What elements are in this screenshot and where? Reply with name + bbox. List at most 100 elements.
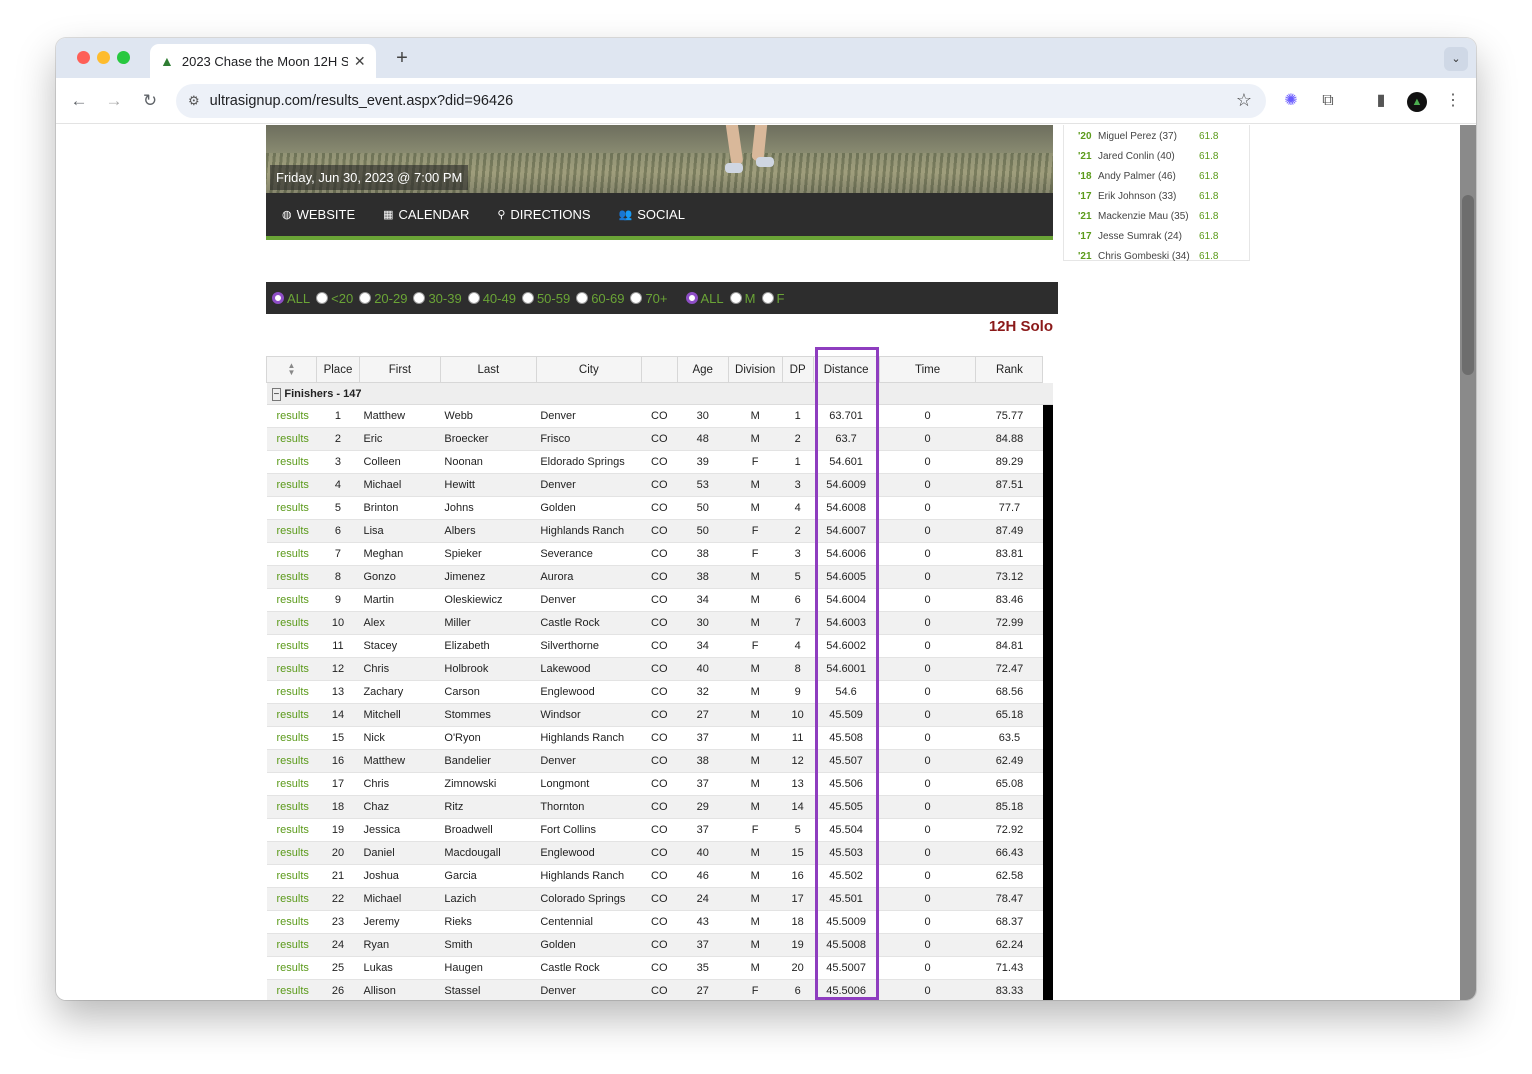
results-link[interactable]: results [266, 818, 317, 842]
performer-name[interactable]: Erik Johnson (33) [1098, 191, 1199, 202]
radio-button[interactable] [576, 292, 589, 304]
radio-button[interactable] [521, 292, 534, 304]
top-performer-item[interactable]: '20 Miguel Perez (37) 61.8 [1078, 126, 1248, 146]
age-filter-option[interactable]: 50-59 [521, 291, 570, 306]
performer-name[interactable]: Mackenzie Mau (35) [1098, 211, 1199, 222]
age-filter-option[interactable]: 20-29 [359, 291, 407, 306]
results-link[interactable]: results [266, 588, 317, 612]
menu-dots-icon[interactable]: ⋮ [1442, 90, 1464, 112]
results-link[interactable]: results [266, 519, 317, 543]
top-performer-item[interactable]: '17 Jesse Sumrak (24) 61.8 [1078, 226, 1248, 246]
forward-arrow-icon[interactable]: → [103, 90, 125, 112]
age-filter-option[interactable]: 60-69 [576, 291, 624, 306]
scrollbar-thumb[interactable] [1462, 195, 1474, 375]
results-link[interactable]: results [266, 841, 317, 865]
tab-close-icon[interactable]: ✕ [354, 53, 366, 70]
results-link[interactable]: results [266, 956, 317, 980]
top-performer-item[interactable]: '21 Mackenzie Mau (35) 61.8 [1078, 206, 1248, 226]
results-link[interactable]: results [266, 611, 317, 635]
results-link[interactable]: results [266, 933, 317, 957]
results-link[interactable]: results [266, 634, 317, 658]
site-settings-icon[interactable]: ⚙ [188, 93, 200, 109]
collapse-icon[interactable]: − [271, 387, 282, 401]
address-bar[interactable]: ⚙ ultrasignup.com/results_event.aspx?did… [176, 84, 1266, 118]
url-text[interactable]: ultrasignup.com/results_event.aspx?did=9… [210, 93, 514, 109]
new-tab-button[interactable]: + [390, 47, 414, 71]
extension-icon[interactable]: ✺ [1280, 90, 1302, 112]
radio-button[interactable] [272, 292, 284, 304]
performer-name[interactable]: Miguel Perez (37) [1098, 131, 1199, 142]
results-link[interactable]: results [266, 473, 317, 497]
radio-button[interactable] [630, 292, 643, 304]
gender-filter-option[interactable]: F [761, 291, 784, 306]
age-filter-option[interactable]: 70+ [630, 291, 668, 306]
radio-button[interactable] [685, 292, 698, 304]
results-link[interactable]: results [266, 726, 317, 750]
results-link[interactable]: results [266, 979, 317, 1000]
radio-button[interactable] [467, 292, 480, 304]
reload-icon[interactable]: ↻ [139, 90, 161, 112]
top-performer-item[interactable]: '21 Chris Gombeski (34) 61.8 [1078, 246, 1248, 266]
gender-filter-option[interactable]: M [729, 291, 756, 306]
results-link[interactable]: results [266, 772, 317, 796]
results-link[interactable]: results [266, 680, 317, 704]
nav-directions[interactable]: ⚲ DIRECTIONS [497, 207, 590, 222]
results-link[interactable]: results [266, 542, 317, 566]
performer-name[interactable]: Chris Gombeski (34) [1098, 251, 1199, 262]
top-performer-item[interactable]: '17 Erik Johnson (33) 61.8 [1078, 186, 1248, 206]
results-link[interactable]: results [266, 910, 317, 934]
top-performer-item[interactable]: '21 Jared Conlin (40) 61.8 [1078, 146, 1248, 166]
extensions-puzzle-icon[interactable]: ⧉ [1317, 90, 1339, 112]
bookmark-star-icon[interactable]: ☆ [1236, 90, 1252, 111]
top-performer-item[interactable]: '18 Andy Palmer (46) 61.8 [1078, 166, 1248, 186]
header-last[interactable]: Last [439, 356, 537, 383]
results-link[interactable]: results [266, 749, 317, 773]
nav-social[interactable]: 👥 SOCIAL [619, 207, 685, 222]
header-first[interactable]: First [358, 356, 441, 383]
header-state[interactable] [640, 356, 678, 383]
age-filter-option[interactable]: 40-49 [467, 291, 516, 306]
profile-avatar[interactable]: ▲ [1406, 90, 1428, 112]
gender-filter-option[interactable]: ALL [685, 291, 724, 306]
header-time[interactable]: Time [878, 356, 977, 383]
close-window-button[interactable] [77, 51, 90, 64]
header-age[interactable]: Age [676, 356, 729, 383]
tab-active[interactable]: ▲ 2023 Chase the Moon 12H S ✕ [150, 44, 376, 78]
sort-header[interactable]: ▲ ▼ [266, 356, 317, 383]
maximize-window-button[interactable] [117, 51, 130, 64]
results-link[interactable]: results [266, 795, 317, 819]
nav-calendar[interactable]: ▦ CALENDAR [383, 207, 469, 222]
radio-button[interactable] [316, 292, 329, 304]
side-panel-icon[interactable]: ▮ [1370, 90, 1392, 112]
age-filter-option[interactable]: ALL [272, 291, 310, 306]
header-distance[interactable]: Distance [812, 356, 880, 383]
minimize-window-button[interactable] [97, 51, 110, 64]
tab-search-dropdown-icon[interactable]: ⌄ [1444, 47, 1468, 71]
radio-button[interactable] [359, 292, 372, 304]
results-link[interactable]: results [266, 450, 317, 474]
results-link[interactable]: results [266, 565, 317, 589]
age-filter-option[interactable]: <20 [316, 291, 353, 306]
radio-button[interactable] [413, 292, 426, 304]
results-link[interactable]: results [266, 496, 317, 520]
results-link[interactable]: results [266, 404, 317, 428]
results-link[interactable]: results [266, 864, 317, 888]
age-filter-option[interactable]: 30-39 [413, 291, 462, 306]
results-link[interactable]: results [266, 887, 317, 911]
header-place[interactable]: Place [315, 356, 360, 383]
header-rank[interactable]: Rank [975, 356, 1044, 383]
back-arrow-icon[interactable]: ← [68, 90, 90, 112]
results-link[interactable]: results [266, 427, 317, 451]
performer-name[interactable]: Jesse Sumrak (24) [1098, 231, 1199, 242]
radio-button[interactable] [729, 292, 742, 304]
header-division[interactable]: Division [727, 356, 783, 383]
vertical-scrollbar[interactable] [1460, 125, 1476, 1000]
performer-name[interactable]: Jared Conlin (40) [1098, 151, 1199, 162]
results-link[interactable]: results [266, 703, 317, 727]
header-dp[interactable]: DP [781, 356, 814, 383]
nav-website[interactable]: ◍ WEBSITE [282, 207, 355, 222]
results-link[interactable]: results [266, 657, 317, 681]
header-city[interactable]: City [535, 356, 642, 383]
performer-name[interactable]: Andy Palmer (46) [1098, 171, 1199, 182]
radio-button[interactable] [761, 292, 774, 304]
